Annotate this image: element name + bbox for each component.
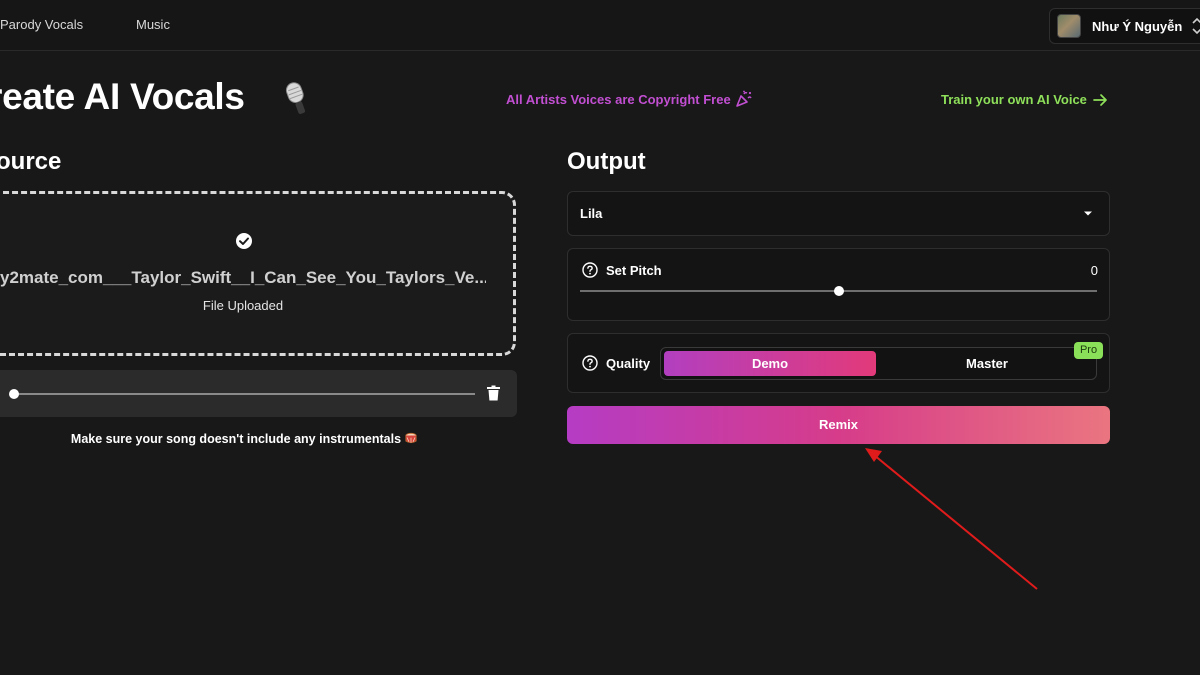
- top-bar: Parody Vocals Music Như Ý Nguyễn: [0, 0, 1200, 51]
- arrow-right-icon[interactable]: [1093, 93, 1108, 107]
- voice-select[interactable]: [567, 191, 1110, 236]
- pitch-label: Set Pitch: [606, 263, 662, 278]
- pro-badge: Pro: [1074, 342, 1103, 359]
- uploaded-file-name: y2mate_com___Taylor_Swift__I_Can_See_You…: [0, 268, 486, 287]
- avatar: [1057, 14, 1081, 38]
- source-section-title: ource: [0, 148, 62, 175]
- page: Parody Vocals Music Như Ý Nguyễn reate A…: [0, 0, 1200, 675]
- audio-progress-track[interactable]: [14, 393, 475, 395]
- caret-down-icon[interactable]: [1083, 210, 1093, 217]
- nav-item-parody-vocals[interactable]: Parody Vocals: [0, 17, 83, 32]
- party-popper-icon: [736, 90, 752, 107]
- nav-item-music[interactable]: Music: [136, 17, 170, 32]
- train-voice-link[interactable]: Train your own AI Voice: [941, 92, 1087, 107]
- pitch-panel: [567, 248, 1110, 321]
- pitch-value: 0: [1090, 263, 1098, 278]
- drum-icon: [405, 432, 417, 444]
- microphone-icon: [285, 82, 306, 114]
- quality-option-demo[interactable]: Demo: [664, 351, 876, 376]
- trash-icon[interactable]: [486, 385, 501, 401]
- user-menu[interactable]: Như Ý Nguyễn: [1049, 8, 1200, 44]
- quality-option-master[interactable]: Master: [880, 351, 1094, 376]
- remix-button[interactable]: Remix: [567, 406, 1110, 444]
- user-name: Như Ý Nguyễn: [1092, 19, 1183, 34]
- help-circle-icon[interactable]: [582, 262, 598, 278]
- upload-status: File Uploaded: [202, 298, 284, 313]
- pitch-slider-thumb[interactable]: [833, 286, 844, 296]
- chevron-updown-icon: [1192, 17, 1200, 35]
- quality-label: Quality: [606, 356, 651, 371]
- check-circle-icon: [236, 233, 252, 249]
- voice-select-value: Lila: [580, 206, 603, 221]
- audio-progress-thumb[interactable]: [9, 389, 19, 399]
- copyright-note: All Artists Voices are Copyright Free: [506, 92, 731, 107]
- help-circle-icon[interactable]: [582, 355, 598, 371]
- instrumental-warning: Make sure your song doesn't include any …: [0, 432, 488, 446]
- instrumental-warning-text: Make sure your song doesn't include any …: [70, 432, 402, 446]
- output-section-title: Output: [567, 148, 646, 175]
- page-title: reate AI Vocals: [0, 76, 245, 117]
